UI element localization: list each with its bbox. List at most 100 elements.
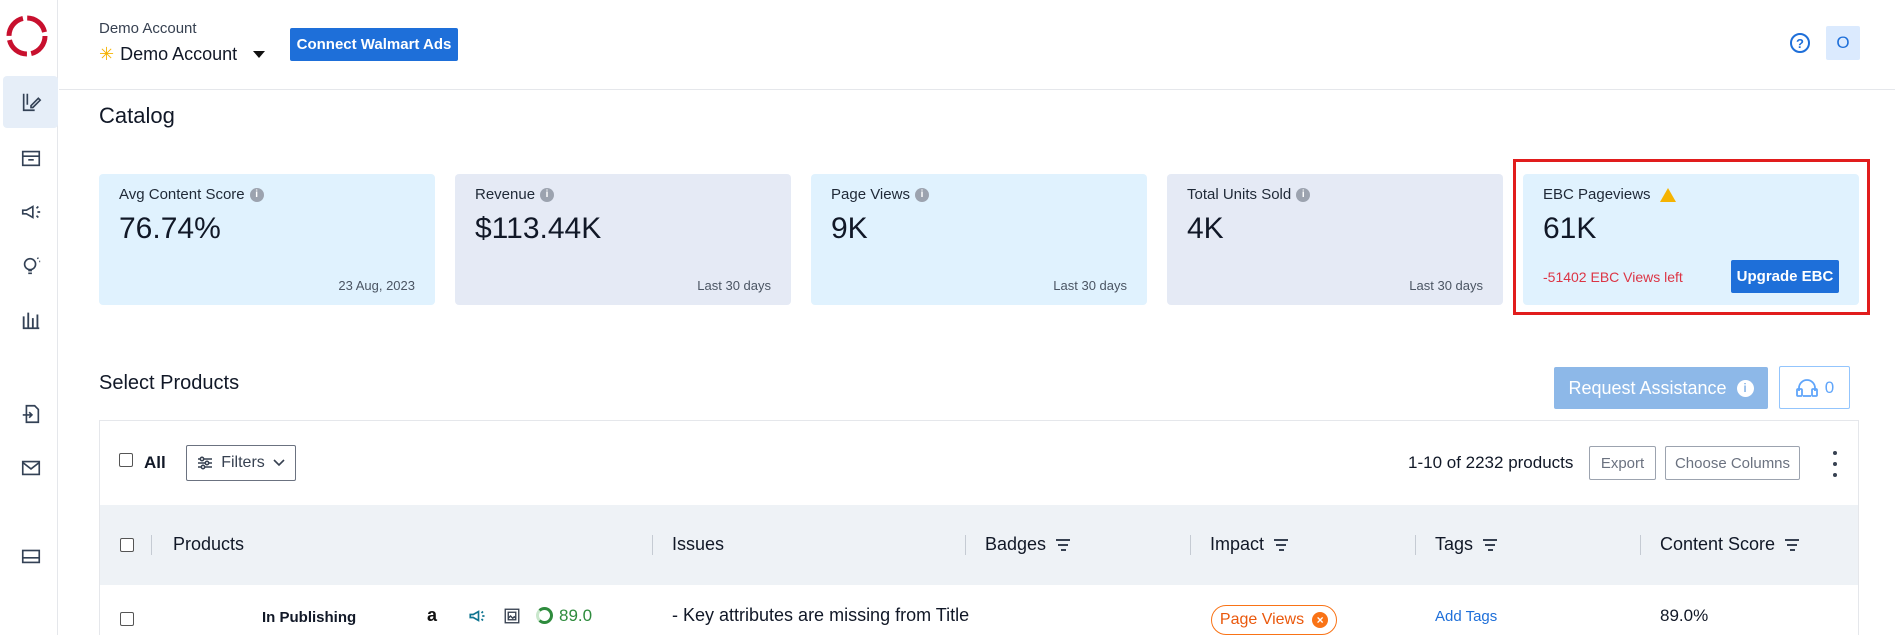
sidebar-item-messages[interactable] xyxy=(3,442,58,494)
card-label: Page Views xyxy=(831,186,910,203)
select-all-label: All xyxy=(144,453,166,472)
add-tags-link[interactable]: Add Tags xyxy=(1435,608,1497,625)
inbox-icon xyxy=(21,150,40,167)
card-footer: Last 30 days xyxy=(1053,278,1127,293)
sidebar-item-insights[interactable] xyxy=(3,240,58,292)
avatar[interactable]: O xyxy=(1826,26,1860,60)
metric-card-content-score: Avg Content Score i 76.74% 23 Aug, 2023 xyxy=(99,174,435,305)
card-value: $113.44K xyxy=(475,212,602,245)
card-footer: Last 30 days xyxy=(1409,278,1483,293)
column-divider xyxy=(1190,535,1191,555)
info-icon[interactable]: i xyxy=(1296,187,1311,202)
column-divider xyxy=(151,535,152,555)
filter-icon[interactable] xyxy=(1056,538,1071,551)
sidebar-item-inbox[interactable] xyxy=(3,132,58,184)
table-header: Products Issues Badges Impact Tags Conte… xyxy=(100,505,1858,585)
select-all-checkbox[interactable] xyxy=(119,453,133,467)
column-label: Badges xyxy=(985,534,1047,554)
sliders-icon xyxy=(198,456,213,470)
help-icon[interactable]: ? xyxy=(1790,33,1810,53)
header-checkbox[interactable] xyxy=(120,538,134,552)
export-button[interactable]: Export xyxy=(1589,446,1656,480)
content-score-value: 89.0% xyxy=(1660,606,1709,625)
score-ring-icon xyxy=(536,607,553,624)
column-label: Impact xyxy=(1210,534,1265,554)
queue-count: 0 xyxy=(1824,377,1835,397)
column-header-content-score[interactable]: Content Score xyxy=(1660,534,1800,555)
column-divider xyxy=(965,535,966,555)
column-header-tags[interactable]: Tags xyxy=(1435,534,1498,555)
impact-label: Page Views xyxy=(1219,611,1305,628)
column-divider xyxy=(652,535,653,555)
metric-card-revenue: Revenue i $113.44K Last 30 days xyxy=(455,174,791,305)
amazon-icon: a xyxy=(427,605,438,625)
request-assistance-button[interactable]: Request Assistance i xyxy=(1554,367,1768,409)
sidebar xyxy=(0,0,58,635)
product-issues: - Key attributes are missing from Title xyxy=(672,605,970,625)
column-header-issues[interactable]: Issues xyxy=(672,534,724,555)
filter-icon[interactable] xyxy=(1785,538,1800,551)
column-header-impact[interactable]: Impact xyxy=(1210,534,1289,555)
filter-icon[interactable] xyxy=(1274,538,1289,551)
column-divider xyxy=(1415,535,1416,555)
info-icon[interactable]: i xyxy=(914,187,929,202)
megaphone-icon xyxy=(21,205,40,219)
card-value: 76.74% xyxy=(119,212,221,245)
info-icon[interactable]: i xyxy=(540,187,555,202)
account-label: Demo Account xyxy=(99,20,197,37)
column-header-products[interactable]: Products xyxy=(173,534,244,555)
section-title: Select Products xyxy=(99,372,240,394)
column-label: Tags xyxy=(1435,534,1474,554)
products-panel: All Filters 1-10 of 2232 products Export… xyxy=(99,420,1859,635)
sidebar-item-ads[interactable] xyxy=(3,186,58,238)
card-value: 4K xyxy=(1187,212,1224,245)
chevron-down-icon xyxy=(273,459,285,467)
filter-icon[interactable] xyxy=(1483,538,1498,551)
metric-card-page-views: Page Views i 9K Last 30 days xyxy=(811,174,1147,305)
request-assistance-label: Request Assistance xyxy=(1568,377,1727,398)
bar-chart-icon xyxy=(22,312,39,330)
card-footer: Last 30 days xyxy=(697,278,771,293)
mail-icon xyxy=(21,460,40,476)
table-row[interactable]: In Publishing a 89.0 - Key attributes ar… xyxy=(100,585,1858,636)
row-checkbox[interactable] xyxy=(120,612,134,626)
card-label: Revenue xyxy=(475,186,536,203)
filters-label: Filters xyxy=(221,454,265,471)
chevron-down-icon xyxy=(253,51,266,58)
column-label: Content Score xyxy=(1660,534,1776,554)
image-frame-icon xyxy=(504,608,520,624)
lightbulb-icon xyxy=(23,257,40,275)
sidebar-item-billing[interactable] xyxy=(3,530,58,582)
brand-logo-icon[interactable] xyxy=(5,14,49,58)
card-value: 9K xyxy=(831,212,868,245)
column-header-badges[interactable]: Badges xyxy=(985,534,1071,555)
card-icon xyxy=(21,549,40,564)
highlight-box xyxy=(1513,159,1870,315)
choose-columns-button[interactable]: Choose Columns xyxy=(1665,446,1800,480)
metric-card-units-sold: Total Units Sold i 4K Last 30 days xyxy=(1167,174,1503,305)
sidebar-item-reports[interactable] xyxy=(3,294,58,346)
more-options-icon[interactable] xyxy=(1830,451,1840,477)
column-divider xyxy=(1640,535,1641,555)
sidebar-item-catalog[interactable] xyxy=(3,76,58,128)
column-label: Issues xyxy=(672,534,725,554)
close-icon[interactable]: × xyxy=(1312,612,1329,628)
card-label: Avg Content Score xyxy=(119,186,245,203)
account-selector[interactable]: ✳ Demo Account xyxy=(99,44,266,65)
pagination-info: 1-10 of 2232 products xyxy=(1408,453,1574,472)
info-icon[interactable]: i xyxy=(249,187,264,202)
card-label: Total Units Sold xyxy=(1187,186,1292,203)
connect-walmart-ads-button[interactable]: Connect Walmart Ads xyxy=(290,28,458,61)
assistance-queue-button[interactable]: 0 xyxy=(1779,366,1850,409)
card-footer: 23 Aug, 2023 xyxy=(338,278,415,293)
filters-button[interactable]: Filters xyxy=(186,445,296,481)
impact-pill[interactable]: Page Views × xyxy=(1211,605,1337,635)
page-title: Catalog xyxy=(99,103,175,128)
megaphone-icon xyxy=(469,610,485,622)
products-toolbar: All Filters 1-10 of 2232 products Export… xyxy=(100,421,1858,505)
sidebar-item-import[interactable] xyxy=(3,388,58,440)
headset-icon xyxy=(1795,378,1818,397)
info-icon: i xyxy=(1736,379,1754,397)
top-bar: Demo Account ✳ Demo Account Connect Walm… xyxy=(59,0,1895,90)
publishing-status: In Publishing xyxy=(262,609,357,626)
